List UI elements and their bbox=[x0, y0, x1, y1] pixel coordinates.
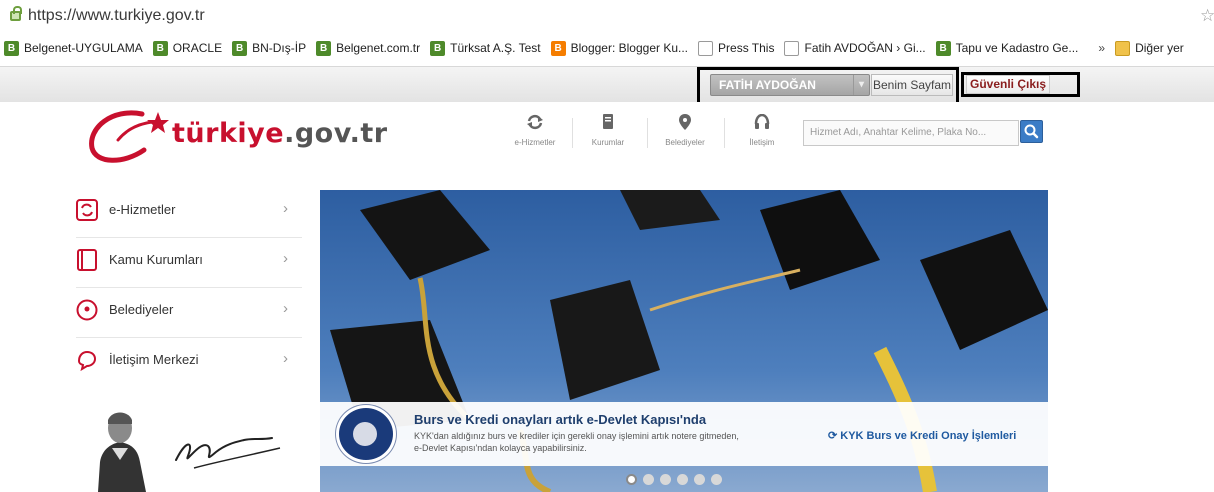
sidebar-item-label: İletişim Merkezi bbox=[109, 352, 199, 367]
chat-bubble-icon bbox=[77, 350, 97, 371]
more-bookmarks-button[interactable]: » bbox=[1098, 41, 1105, 55]
slider-dot[interactable] bbox=[643, 474, 654, 485]
lock-icon bbox=[10, 6, 22, 21]
chevron-right-icon: › bbox=[283, 300, 288, 317]
slider-dot[interactable] bbox=[677, 474, 688, 485]
bookmark-item[interactable]: Press This bbox=[698, 40, 774, 56]
bookmark-item[interactable]: B BN-Dış-İP bbox=[232, 40, 306, 56]
bookmark-item[interactable]: B ORACLE bbox=[152, 40, 222, 56]
logout-button[interactable]: Güvenli Çıkış bbox=[966, 75, 1050, 94]
sidebar-item-label: Kamu Kurumları bbox=[109, 252, 203, 267]
nav-belediyeler[interactable]: Belediyeler bbox=[650, 114, 720, 147]
sidebar-item-label: e-Hizmetler bbox=[109, 202, 176, 217]
e-services-icon bbox=[76, 199, 98, 221]
b-icon: B bbox=[232, 40, 248, 56]
divider bbox=[647, 118, 648, 148]
page-icon bbox=[698, 40, 714, 56]
location-pin-icon bbox=[76, 299, 98, 321]
logo-swoosh-icon bbox=[89, 110, 169, 163]
folder-icon bbox=[1115, 40, 1131, 56]
address-bar[interactable]: https://www.turkiye.gov.tr ☆ bbox=[0, 0, 1214, 32]
slider-pagination bbox=[626, 474, 722, 485]
book-icon bbox=[603, 114, 613, 129]
book-icon bbox=[77, 249, 97, 271]
chevron-right-icon: › bbox=[283, 350, 288, 367]
slider-dot[interactable] bbox=[660, 474, 671, 485]
site-logo[interactable]: türkiye.gov.tr bbox=[172, 118, 388, 149]
nav-iletisim[interactable]: İletişim bbox=[727, 114, 797, 147]
b-icon: B bbox=[152, 40, 168, 56]
b-icon: B bbox=[935, 40, 951, 56]
nav-e-hizmetler[interactable]: e-Hizmetler bbox=[500, 114, 570, 147]
sidebar-item-label: Belediyeler bbox=[109, 302, 174, 317]
slider-dot[interactable] bbox=[626, 474, 637, 485]
chevron-right-icon: › bbox=[283, 200, 288, 217]
search-button[interactable] bbox=[1020, 120, 1043, 143]
chevron-right-icon: › bbox=[283, 250, 288, 267]
bookmark-item[interactable]: B Belgenet-UYGULAMA bbox=[4, 40, 143, 56]
sidebar-item-iletisim-merkezi[interactable]: İletişim Merkezi › bbox=[76, 338, 302, 388]
my-page-button[interactable]: Benim Sayfam bbox=[871, 74, 953, 96]
blogger-icon: B bbox=[550, 40, 566, 56]
b-icon: B bbox=[316, 40, 332, 56]
url-text[interactable]: https://www.turkiye.gov.tr bbox=[28, 7, 205, 25]
divider bbox=[724, 118, 725, 148]
slider-dot[interactable] bbox=[694, 474, 705, 485]
sidebar-item-e-hizmetler[interactable]: e-Hizmetler › bbox=[76, 188, 302, 238]
bookmark-item[interactable]: Fatih AVDOĞAN › Gi... bbox=[784, 40, 926, 56]
location-pin-icon bbox=[679, 114, 691, 130]
star-icon[interactable]: ☆ bbox=[1200, 6, 1214, 26]
banner-description: KYK'dan aldığınız burs ve krediler için … bbox=[414, 431, 739, 453]
user-menu-button[interactable]: FATİH AYDOĞAN ▾ bbox=[710, 74, 870, 96]
sidebar-item-belediyeler[interactable]: Belediyeler › bbox=[76, 288, 302, 338]
refresh-icon: ⟳ bbox=[828, 430, 841, 442]
kyk-approval-link[interactable]: ⟳ KYK Burs ve Kredi Onay İşlemleri bbox=[828, 429, 1016, 442]
nav-kurumlar[interactable]: Kurumlar bbox=[573, 114, 643, 147]
refresh-icon bbox=[527, 114, 543, 130]
bookmark-item[interactable]: B Tapu ve Kadastro Ge... bbox=[935, 40, 1078, 56]
sidebar-item-kamu-kurumlari[interactable]: Kamu Kurumları › bbox=[76, 238, 302, 288]
ataturk-portrait-image bbox=[76, 400, 302, 492]
bookmark-item[interactable]: B Blogger: Blogger Ku... bbox=[550, 40, 688, 56]
bookmarks-bar: B Belgenet-UYGULAMA B ORACLE B BN-Dış-İP BB… bbox=[0, 34, 1214, 62]
chevron-down-icon: ▾ bbox=[853, 75, 869, 95]
bookmark-item[interactable]: B Türksat A.Ş. Test bbox=[430, 40, 541, 56]
page-icon bbox=[784, 40, 800, 56]
kyk-seal-logo bbox=[336, 405, 396, 463]
slider-dot[interactable] bbox=[711, 474, 722, 485]
search-icon bbox=[1024, 124, 1039, 139]
bookmark-item[interactable]: B Belgenet.com.tr bbox=[316, 40, 420, 56]
other-bookmarks-folder[interactable]: Diğer yer bbox=[1115, 40, 1184, 56]
banner-title[interactable]: Burs ve Kredi onayları artık e-Devlet Ka… bbox=[414, 412, 706, 427]
headset-icon bbox=[754, 114, 770, 129]
b-icon: B bbox=[430, 40, 446, 56]
search-input[interactable]: Hizmet Adı, Anahtar Kelime, Plaka No... bbox=[803, 120, 1019, 146]
b-icon: B bbox=[4, 40, 19, 56]
